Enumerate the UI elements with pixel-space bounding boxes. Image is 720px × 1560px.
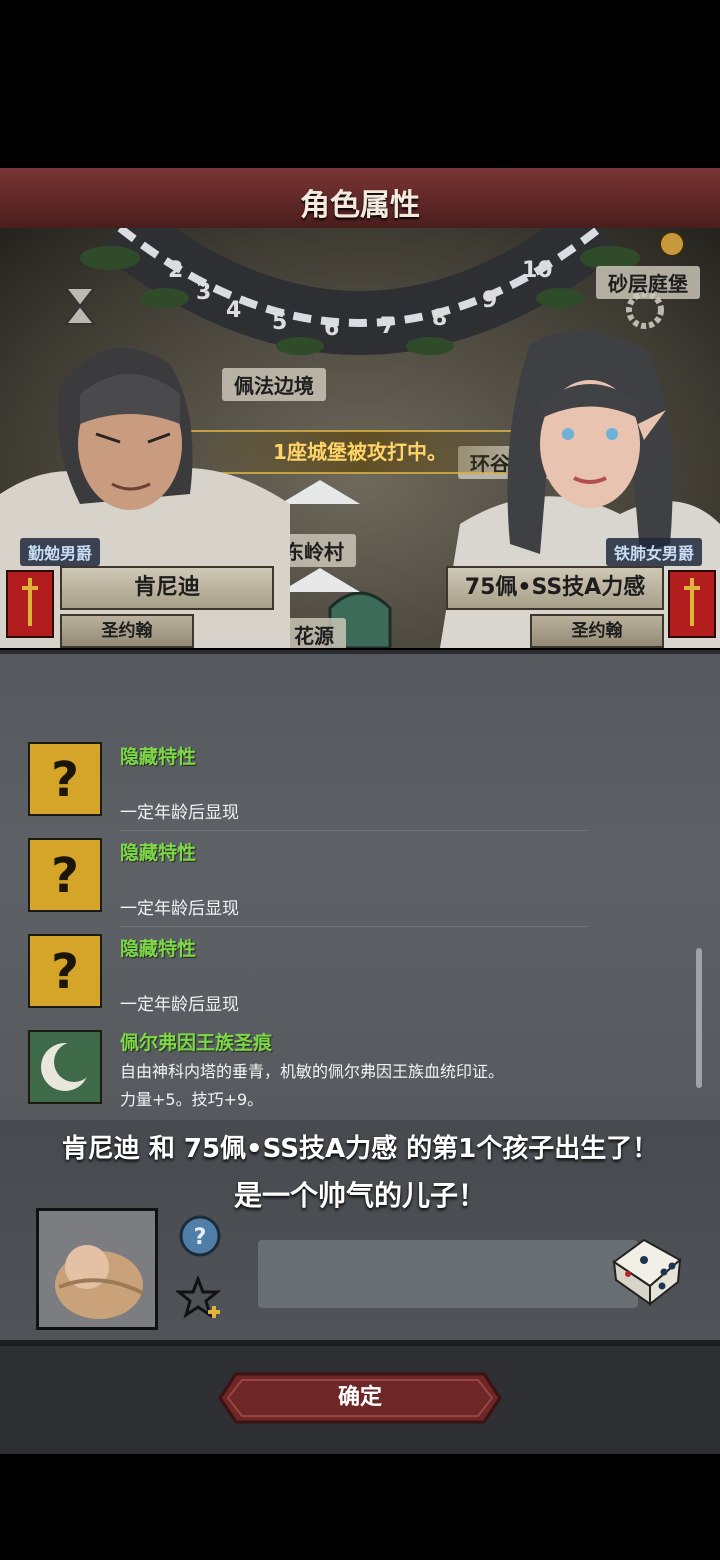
confirm-label: 确定 — [337, 1385, 382, 1410]
ring-number: 4 — [226, 298, 242, 323]
mother-rank: 铁肺女男爵 — [606, 538, 703, 566]
dice-icon[interactable] — [606, 1232, 686, 1308]
question-icon[interactable]: ? — [178, 1214, 222, 1258]
question-icon: ? — [28, 934, 102, 1008]
father-house-banner — [6, 570, 54, 638]
page-title: 角色属性 — [300, 188, 420, 223]
svg-text:?: ? — [51, 848, 79, 904]
ring-number: 2 — [168, 258, 184, 283]
crescent-icon — [28, 1030, 102, 1104]
father-name[interactable]: 肯尼迪 — [60, 566, 274, 610]
trait-name: 隐藏特性 — [120, 938, 197, 960]
trait-desc: 一定年龄后显现 — [120, 995, 239, 1015]
trait-desc: 一定年龄后显现 — [120, 803, 239, 823]
birth-message: 肯尼迪 和 75佩•SS技A力感 的第1个孩子出生了！ — [61, 1134, 659, 1164]
scrollbar[interactable] — [696, 948, 702, 1088]
mother-name[interactable]: 75佩•SS技A力感 — [446, 566, 664, 610]
father-liege: 圣约翰 — [60, 614, 194, 648]
mother-house-banner — [668, 570, 716, 638]
trait-item[interactable]: ? 隐藏特性 一定年龄后显现 — [28, 742, 588, 832]
svg-text:?: ? — [51, 752, 79, 808]
trait-item[interactable]: 佩尔弗因王族圣痕 自由神科内塔的垂青，机敏的佩尔弗因王族血统印证。 力量+5。技… — [28, 1030, 588, 1110]
svg-text:?: ? — [194, 1225, 207, 1250]
ring-number: 10 — [522, 258, 553, 283]
trait-name: 隐藏特性 — [120, 746, 197, 768]
svg-text:?: ? — [51, 944, 79, 1000]
trait-name: 隐藏特性 — [120, 842, 197, 864]
child-name-input[interactable] — [258, 1240, 638, 1308]
father-rank: 勤勉男爵 — [20, 538, 101, 566]
map-label-sand-castle[interactable]: 砂层庭堡 — [596, 266, 700, 299]
ring-number: 7 — [380, 314, 396, 339]
trait-desc: 自由神科内塔的垂青，机敏的佩尔弗因王族血统印证。 — [120, 1062, 505, 1081]
mother-liege: 圣约翰 — [530, 614, 664, 648]
divider — [120, 830, 588, 831]
add-star-icon[interactable] — [176, 1276, 224, 1320]
baby-portrait[interactable] — [36, 1208, 158, 1330]
trait-desc: 一定年龄后显现 — [120, 899, 239, 919]
trait-stats: 力量+5。技巧+9。 — [120, 1090, 264, 1109]
ring-number: 6 — [324, 316, 340, 341]
trait-name: 佩尔弗因王族圣痕 — [120, 1032, 273, 1054]
trait-item[interactable]: ? 隐藏特性 一定年龄后显现 — [28, 838, 588, 928]
question-icon: ? — [28, 742, 102, 816]
map-label-flower[interactable]: 花源 — [282, 618, 346, 648]
ring-number: 9 — [482, 288, 498, 313]
map-scene: 2 3 4 5 6 7 8 9 10 砂层庭堡 佩法边境 环谷要塞 东岭村 花源… — [0, 228, 720, 648]
trait-item[interactable]: ? 隐藏特性 一定年龄后显现 — [28, 934, 588, 1024]
ring-number: 3 — [196, 280, 212, 305]
question-icon: ? — [28, 838, 102, 912]
divider — [120, 926, 588, 927]
